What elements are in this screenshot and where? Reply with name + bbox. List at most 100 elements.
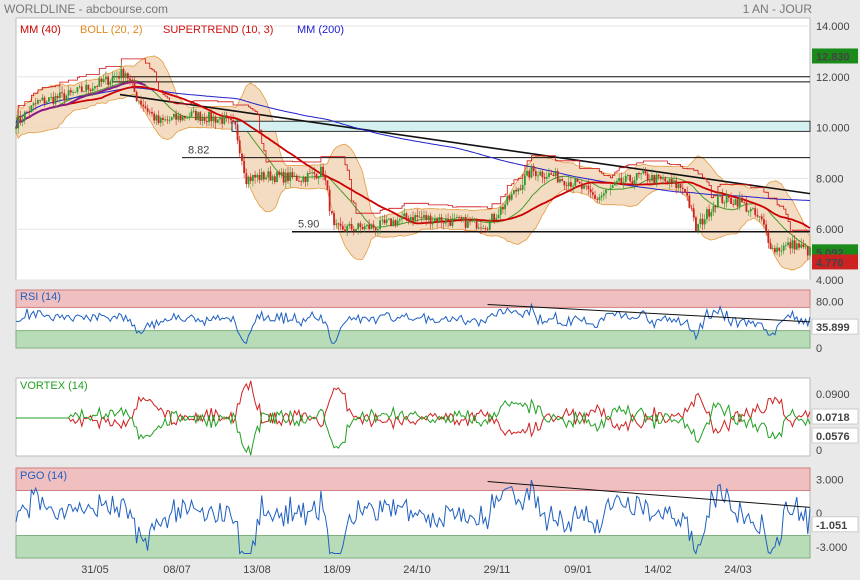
candle-body [506,195,509,205]
candle-body [120,69,123,79]
candle-body [695,217,697,232]
candle-body [361,227,364,230]
candle-body [91,88,94,91]
candle-body [306,173,309,182]
candle-body [670,178,673,184]
candle-body [552,174,555,177]
candle-body [580,183,583,189]
candle-body [401,216,403,220]
candle-body [508,195,511,200]
candle-body [517,188,520,192]
candle-body [221,118,224,124]
candle-body [526,170,528,176]
candle-body [616,181,618,183]
candle-body [80,86,83,92]
price-tick-label: 6.000 [816,224,844,236]
vortex-tick-label: 0.0900 [816,389,850,401]
candle-body [644,171,647,174]
candle-body [787,242,789,245]
candle-body [234,121,237,125]
legend-entry: SUPERTREND (10, 3) [163,24,273,36]
candle-body [578,181,581,184]
candle-body [223,115,226,124]
candle-body [697,224,700,232]
price-tick-label: 4.000 [816,275,844,287]
candle-body [638,173,640,175]
pgo-tick-label: -3.000 [816,542,847,554]
candle-body [510,193,513,200]
candle-body [118,76,120,79]
candle-body [771,248,774,250]
candle-body [137,100,140,102]
candle-body [48,97,50,102]
candle-body [56,96,59,98]
candle-body [392,220,395,227]
candle-body [146,108,149,112]
candle-body [258,174,261,180]
candle-body [809,247,811,256]
candle-body [778,247,781,251]
candle-body [703,219,706,225]
candle-body [458,217,460,218]
candle-body [666,181,669,184]
candle-body [89,89,92,91]
candle-body [26,111,28,113]
candle-body [282,172,285,183]
candle-body [352,229,355,232]
candle-body [664,178,667,182]
chart-canvas: 14.000 12.000 10.000 8.000 6.000 4.000 8.82 5.9… [15,17,859,576]
candle-body [311,172,314,174]
candle-body [427,215,430,220]
candle-body [83,91,85,93]
candle-body [434,218,436,222]
candle-body [377,228,379,231]
candle-body [102,79,105,83]
candle-body [317,176,320,179]
candle-body [466,219,469,228]
candle-body [394,220,397,226]
candle-body [701,218,704,225]
candle-body [398,219,401,221]
candle-body [436,218,439,223]
candle-body [480,227,482,229]
candle-body [19,115,22,121]
candle-body [497,214,500,219]
candle-body [219,118,221,120]
candle-body [135,91,138,101]
candle-body [344,229,346,232]
candle-body [418,216,421,218]
candle-body [609,188,612,190]
candle-body [594,194,596,199]
pgo-bottom-zone [15,535,811,559]
candle-body [537,175,539,177]
candle-body [708,209,711,217]
candle-body [499,206,502,215]
candle-body [390,218,392,227]
candle-body [357,223,360,230]
candle-body [54,96,57,104]
candle-body [87,84,90,90]
candle-body [385,219,388,224]
legend-entry: MM (40) [20,24,61,36]
candle-body [550,173,553,175]
candle-body [587,185,590,190]
candle-body [78,86,81,88]
rsi-value-label: 35.899 [816,322,850,334]
rsi-overbought-zone [15,289,811,308]
candle-body [543,177,546,179]
candle-body [712,205,715,213]
candle-body [769,242,772,250]
price-tick-label: 12.000 [816,72,850,84]
candle-body [403,213,406,217]
rsi-tick-label: 80.00 [816,297,844,309]
rsi-tick-label: 0 [816,343,822,355]
candle-body [613,182,616,186]
candle-body [760,216,763,220]
candle-body [247,176,250,185]
candle-body [21,119,24,121]
candle-body [302,176,305,182]
candle-body [528,170,531,178]
candle-body [232,120,235,122]
candle-body [256,174,259,178]
candle-body [181,115,184,121]
